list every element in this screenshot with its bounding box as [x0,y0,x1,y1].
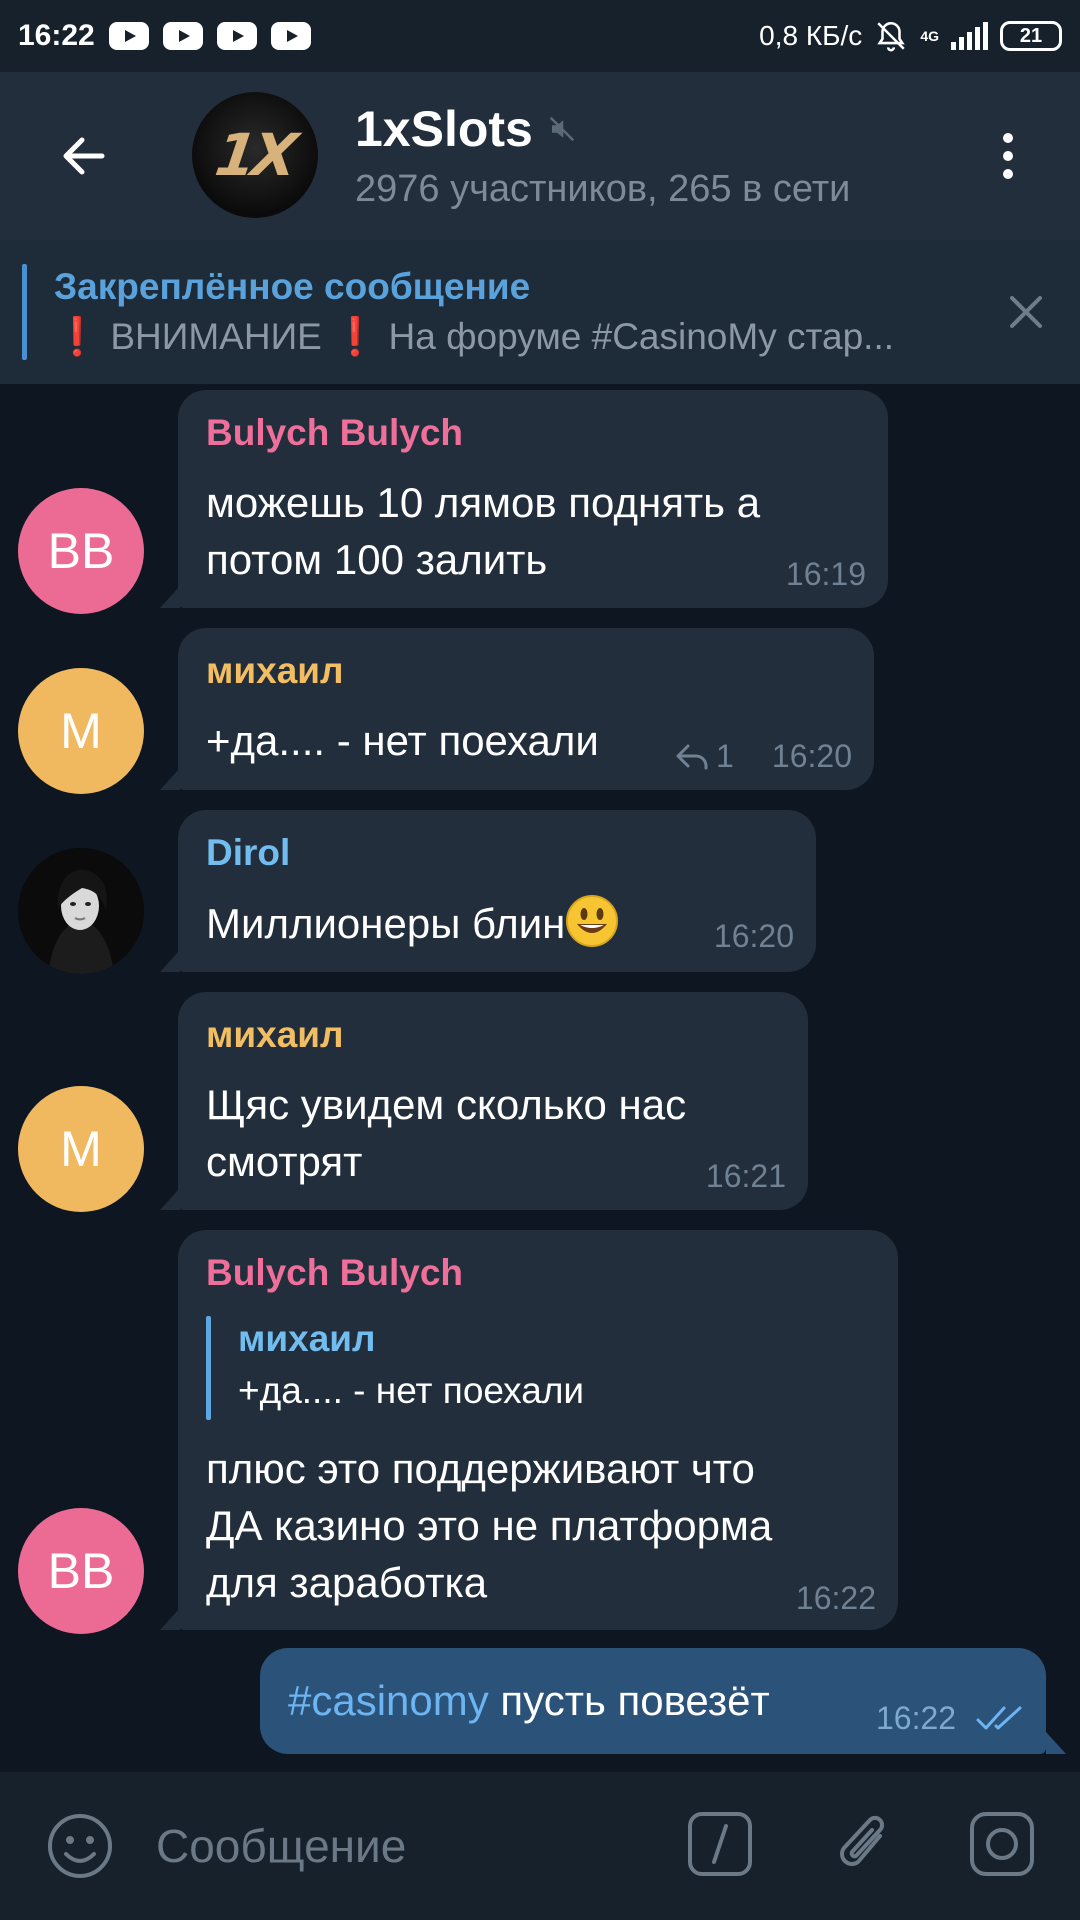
message-bubble[interactable]: Dirol Миллионеры блин 16:20 [178,810,816,972]
pinned-title: Закреплённое сообщение [54,266,531,307]
youtube-notification-icon [216,22,257,50]
message-input[interactable] [156,1812,656,1880]
reply-arrow-icon [676,744,708,769]
message-text-line: ДА казино это не платформа [206,1502,773,1549]
message-bubble[interactable]: михаил +да.... - нет поехали 1 16:20 [178,628,874,790]
message-time: 16:22 [876,1700,957,1736]
status-bar: 16:22 0,8 КБ/с 4G 21 [0,0,1080,72]
exclamation-icon: ❗ [54,316,101,357]
pinned-text-a: ВНИМАНИЕ [110,316,322,357]
network-type: 4G [920,28,939,44]
bot-command-icon[interactable] [686,1810,754,1878]
outgoing-text: пусть повезёт [488,1677,770,1724]
avatar[interactable]: M [18,1086,144,1212]
channel-avatar[interactable]: 1X [192,92,318,218]
avatar-initials: M [60,1121,102,1177]
channel-logo: 1X [211,121,299,189]
bubble-tail [160,1188,180,1210]
message-bubble[interactable]: Bulych Bulych михаил +да.... - нет поеха… [178,1230,898,1630]
pinned-message[interactable]: Закреплённое сообщение ❗ ВНИМАНИЕ ❗ На ф… [0,240,1080,384]
smiley-emoji-icon [566,895,619,947]
more-vertical-icon[interactable] [990,128,1026,184]
message-time: 16:20 [771,738,852,774]
message-text-line: плюс это поддерживают что [206,1445,755,1492]
message-text-line: Щяс увидем сколько нас [206,1081,687,1128]
avatar-photo[interactable] [18,848,144,974]
avatar[interactable]: BB [18,488,144,614]
emoji-icon[interactable] [46,1812,114,1880]
message-time: 16:20 [713,918,794,954]
chat-title-text: 1xSlots [355,101,533,157]
status-left: 16:22 [18,19,311,53]
message-time: 16:19 [785,556,866,592]
outgoing-message-bubble[interactable]: #casinomy пусть повезёт 16:22 [260,1648,1046,1754]
message-text-line: Миллионеры блин [206,894,619,952]
reply-accent-bar [206,1316,211,1420]
message-text-line: можешь 10 лямов поднять а [206,479,761,526]
avatar-initials: BB [47,1543,115,1599]
bubble-tail [160,586,180,608]
message-composer [0,1772,1080,1920]
chat-title[interactable]: 1xSlots [355,100,577,158]
sender-name[interactable]: Bulych Bulych [206,412,463,454]
pinned-accent-bar [22,264,27,360]
hashtag-link[interactable]: #casinomy [288,1677,489,1724]
message-text-line: смотрят [206,1138,363,1185]
reply-count: 1 [716,738,734,774]
reply-text: +да.... - нет поехали [238,1370,585,1411]
sender-name[interactable]: Dirol [206,832,290,874]
status-right: 0,8 КБ/с 4G 21 [759,19,1062,53]
network-speed: 0,8 КБ/с [759,20,863,51]
message-bubble[interactable]: Bulych Bulych можешь 10 лямов поднять а … [178,390,888,608]
avatar-initials: M [60,703,102,759]
sender-name[interactable]: михаил [206,650,344,692]
message-text: Миллионеры блин [206,900,566,947]
chat-header: 1X 1xSlots 2976 участников, 265 в сети [0,72,1080,240]
replies-indicator[interactable]: 1 [674,738,734,775]
message-time: 16:21 [705,1158,786,1194]
chat-subtitle: 2976 участников, 265 в сети [355,168,851,210]
user-photo-icon [18,848,144,974]
exclamation-icon: ❗ [332,316,379,357]
bubble-tail [160,950,180,972]
back-arrow-icon[interactable] [50,122,118,190]
pinned-text-b: На форуме #CasinoMy стар... [388,316,895,357]
message-time: 16:22 [795,1580,876,1616]
bubble-tail [160,768,180,790]
avatar-initials: BB [47,523,115,579]
bubble-tail [1046,1732,1066,1754]
sender-name[interactable]: Bulych Bulych [206,1252,463,1294]
speaker-muted-icon [549,116,574,142]
double-check-icon [976,1706,1022,1730]
sender-name[interactable]: михаил [206,1014,344,1056]
outgoing-message-text: #casinomy пусть повезёт [288,1672,770,1729]
signal-icon [951,22,988,50]
battery-icon: 21 [1000,21,1062,51]
pinned-preview: ❗ ВНИМАНИЕ ❗ На форуме #CasinoMy стар... [54,316,894,359]
youtube-notification-icon [270,22,311,50]
message-bubble[interactable]: михаил Щяс увидем сколько нас смотрят 16… [178,992,808,1210]
bell-muted-icon [877,21,906,52]
avatar[interactable]: BB [18,1508,144,1634]
status-time: 16:22 [18,19,95,52]
reply-sender: михаил [238,1318,376,1359]
bubble-tail [160,1608,180,1630]
message-text-line: +да.... - нет поехали [206,717,599,764]
youtube-notification-icon [108,22,149,50]
youtube-notification-icon [162,22,203,50]
battery-level: 21 [1019,24,1043,47]
close-icon[interactable] [1006,292,1046,332]
camera-icon[interactable] [968,1810,1036,1878]
message-text-line: для заработка [206,1559,488,1606]
message-text-line: потом 100 залить [206,536,548,583]
paperclip-icon[interactable] [830,1806,898,1882]
avatar[interactable]: M [18,668,144,794]
